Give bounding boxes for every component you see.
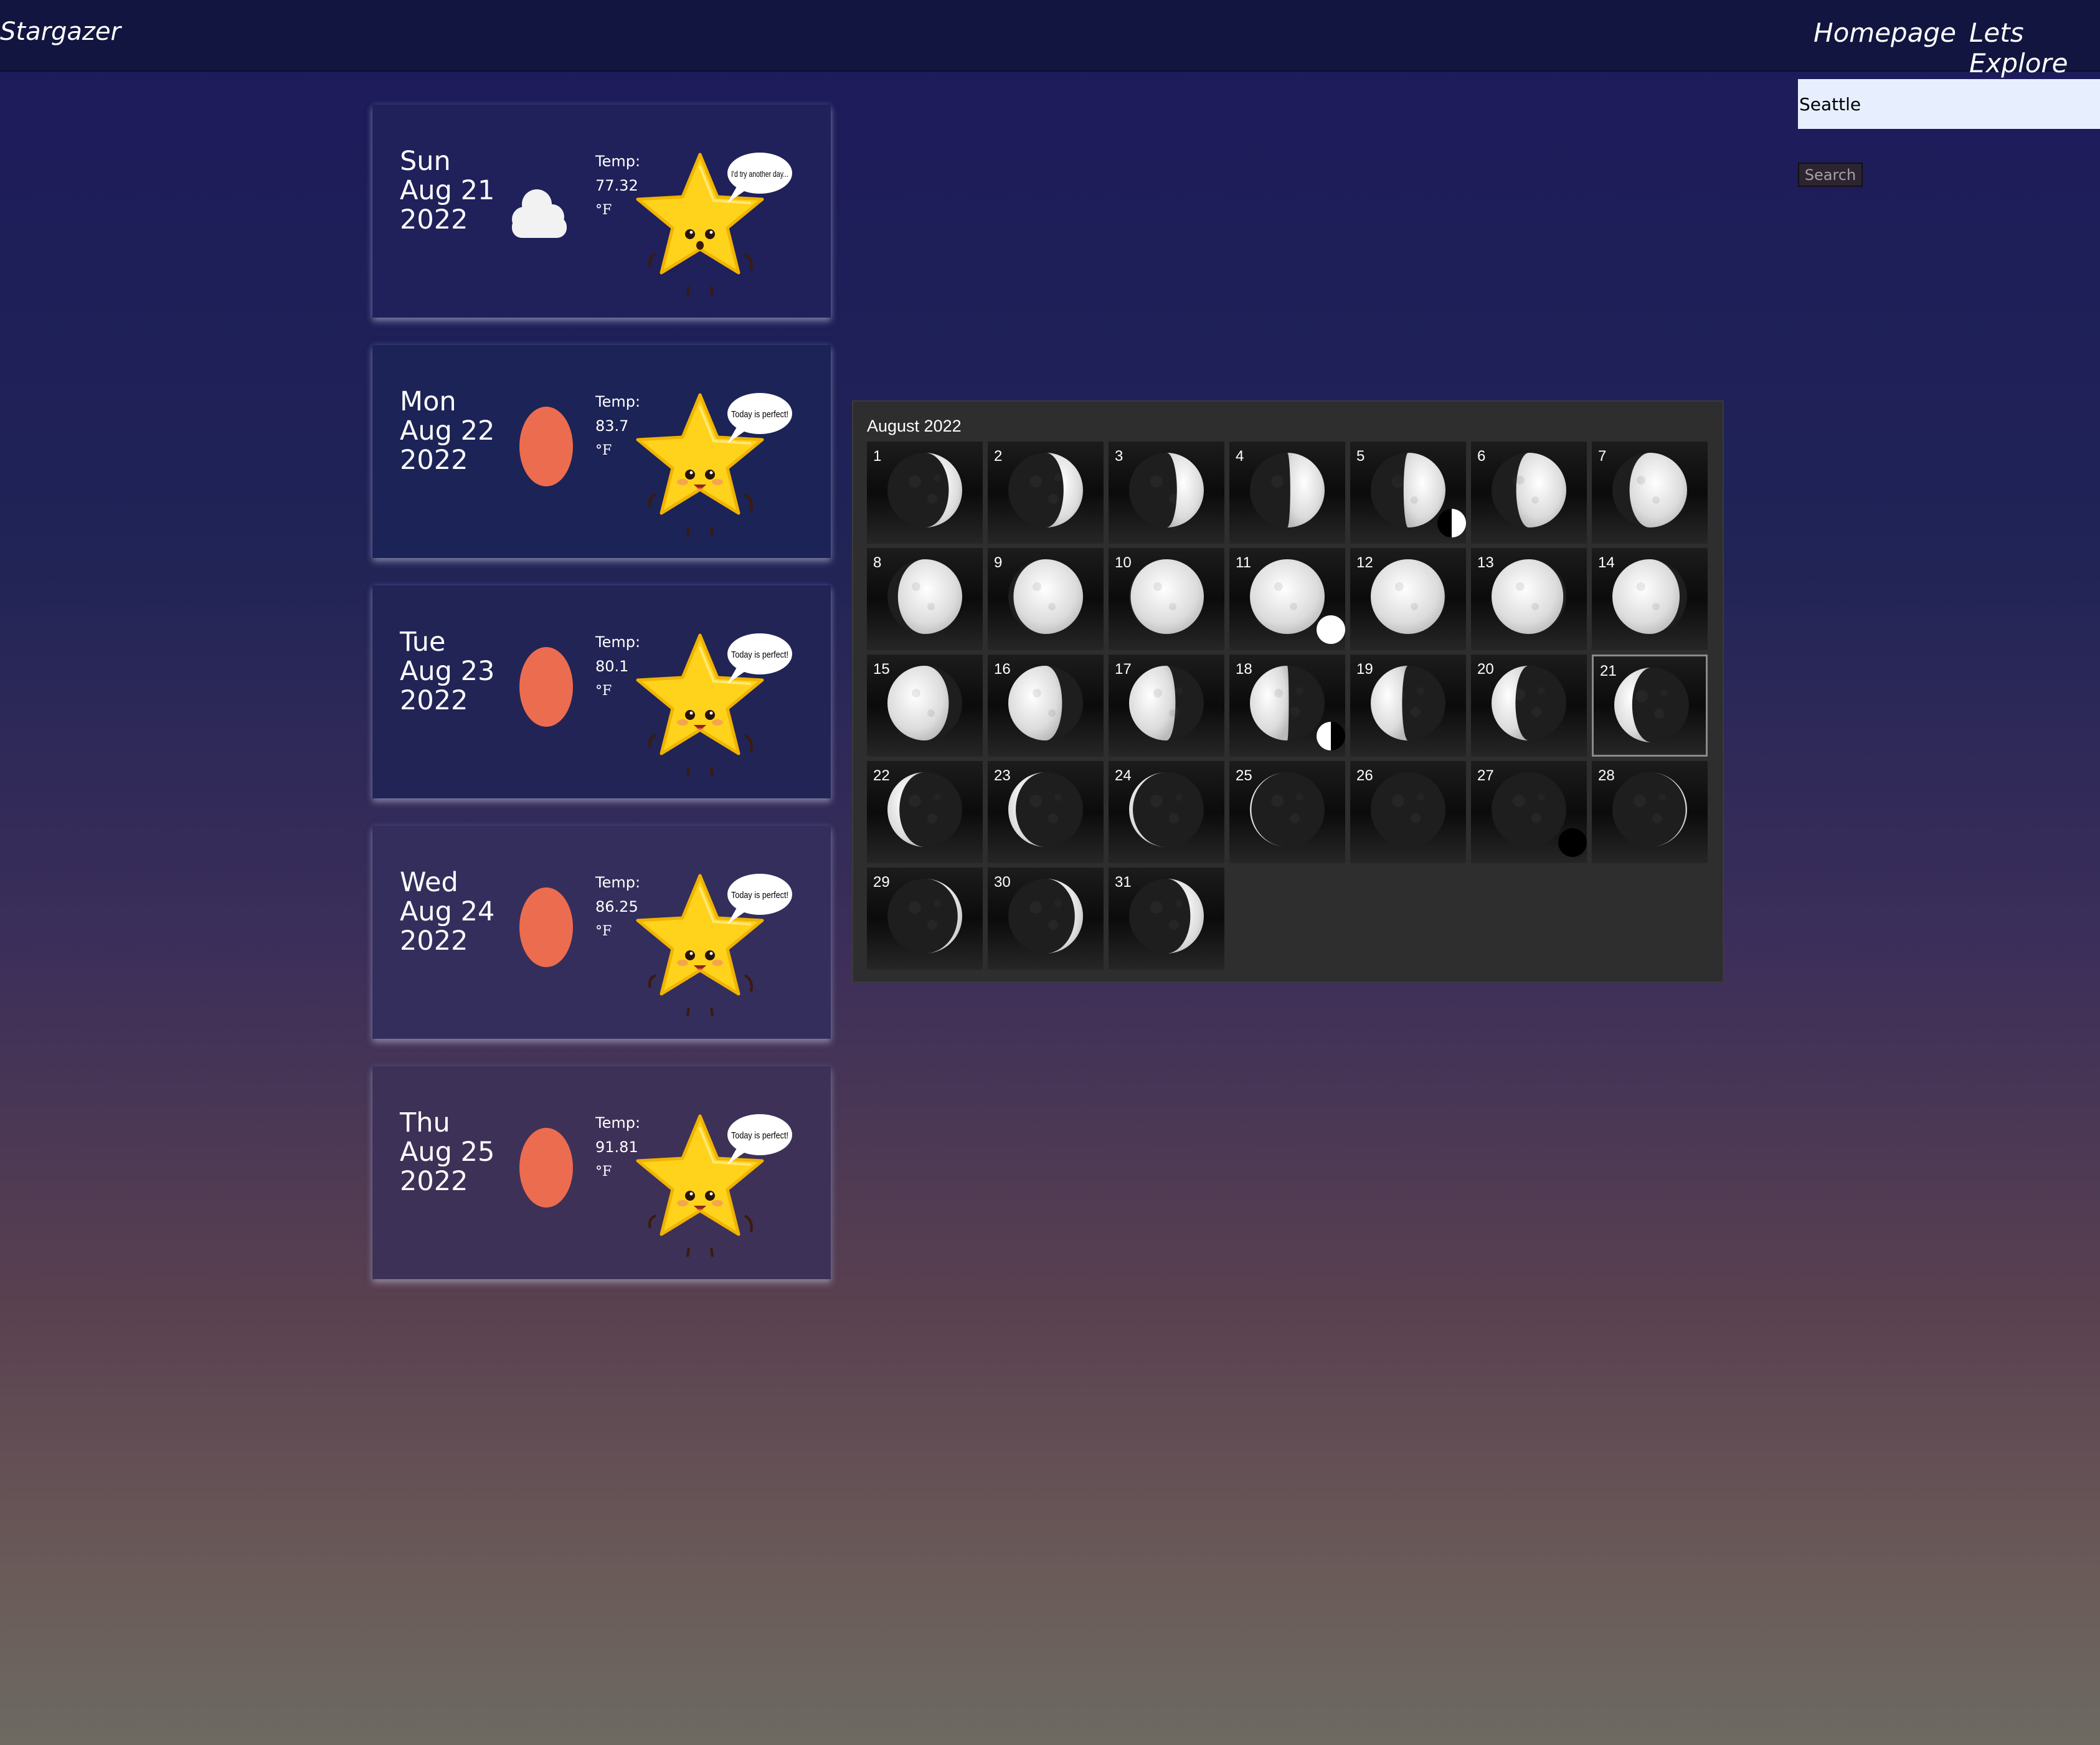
calendar-day-number: 3 xyxy=(1115,448,1123,465)
clear-icon xyxy=(512,1127,580,1217)
calendar-day-cell[interactable]: 16 xyxy=(988,655,1104,757)
forecast-card: Tue Aug 23 2022 Temp: 80.1 °F Today is p… xyxy=(372,585,831,798)
calendar-day-cell[interactable]: 22 xyxy=(867,761,983,863)
calendar-day-cell[interactable]: 24 xyxy=(1109,761,1224,863)
forecast-date: Wed Aug 24 2022 xyxy=(400,868,494,956)
calendar-title: August 2022 xyxy=(867,417,962,435)
calendar-day-cell[interactable]: 14 xyxy=(1592,548,1708,650)
calendar-day-cell[interactable]: 21 xyxy=(1592,655,1708,757)
calendar-day-cell[interactable]: 6 xyxy=(1471,442,1587,544)
forecast-card: Mon Aug 22 2022 Temp: 83.7 °F Today is p… xyxy=(372,345,831,558)
calendar-day-cell[interactable]: 30 xyxy=(988,868,1104,970)
nav-link-lets-explore[interactable]: Lets Explore xyxy=(1969,17,2100,78)
clear-icon xyxy=(512,406,580,496)
cloud-icon xyxy=(506,178,574,249)
forecast-year: 2022 xyxy=(400,925,468,957)
calendar-day-cell[interactable]: 17 xyxy=(1109,655,1224,757)
svg-text:Today is perfect!: Today is perfect! xyxy=(731,890,788,901)
calendar-day-cell[interactable]: 8 xyxy=(867,548,983,650)
forecast-weekday: Tue xyxy=(400,627,446,658)
forecast-weekday: Wed xyxy=(400,867,458,898)
svg-text:I'd try another day...: I'd try another day... xyxy=(731,169,788,179)
calendar-day-cell[interactable]: 20 xyxy=(1471,655,1587,757)
full-moon-marker-icon xyxy=(1316,615,1346,647)
star-mascot-icon: Today is perfect! xyxy=(634,389,796,541)
svg-text:Today is perfect!: Today is perfect! xyxy=(731,650,788,660)
calendar-day-number: 11 xyxy=(1236,554,1251,571)
forecast-monthday: Aug 21 xyxy=(400,175,495,206)
star-mascot-icon: Today is perfect! xyxy=(634,1110,796,1262)
calendar-day-cell[interactable]: 25 xyxy=(1229,761,1345,863)
calendar-day-number: 2 xyxy=(994,448,1003,465)
brand-title[interactable]: Stargazer xyxy=(0,17,121,46)
calendar-day-cell[interactable]: 5 xyxy=(1350,442,1466,544)
calendar-day-cell[interactable]: 27 xyxy=(1471,761,1587,863)
calendar-day-cell[interactable]: 26 xyxy=(1350,761,1466,863)
forecast-monthday: Aug 25 xyxy=(400,1137,495,1168)
calendar-day-cell[interactable]: 13 xyxy=(1471,548,1587,650)
calendar-day-number: 7 xyxy=(1598,448,1607,465)
search-button[interactable]: Search xyxy=(1798,163,1863,187)
forecast-date: Thu Aug 25 2022 xyxy=(400,1109,494,1196)
forecast-weekday: Thu xyxy=(400,1107,450,1138)
calendar-day-cell[interactable]: 9 xyxy=(988,548,1104,650)
calendar-day-cell[interactable]: 18 xyxy=(1229,655,1345,757)
calendar-day-cell[interactable]: 3 xyxy=(1109,442,1224,544)
forecast-date: Mon Aug 22 2022 xyxy=(400,387,494,475)
calendar-day-cell[interactable]: 7 xyxy=(1592,442,1708,544)
new-moon-marker-icon xyxy=(1558,828,1587,860)
forecast-year: 2022 xyxy=(400,1166,468,1197)
calendar-day-number: 5 xyxy=(1356,448,1365,465)
calendar-day-number: 1 xyxy=(873,448,882,465)
first-quarter-marker-icon xyxy=(1437,508,1467,541)
forecast-year: 2022 xyxy=(400,204,468,235)
calendar-day-cell[interactable]: 28 xyxy=(1592,761,1708,863)
calendar-day-cell[interactable]: 11 xyxy=(1229,548,1345,650)
city-search-input[interactable] xyxy=(1798,79,2100,129)
star-mascot-icon: Today is perfect! xyxy=(634,629,796,781)
forecast-date: Sun Aug 21 2022 xyxy=(400,147,494,235)
calendar-day-cell[interactable]: 2 xyxy=(988,442,1104,544)
forecast-card: Thu Aug 25 2022 Temp: 91.81 °F Today is … xyxy=(372,1066,831,1279)
clear-icon xyxy=(512,646,580,736)
calendar-day-cell[interactable]: 15 xyxy=(867,655,983,757)
nav-link-homepage[interactable]: Homepage xyxy=(1814,17,1956,48)
calendar-day-number: 6 xyxy=(1477,448,1486,465)
moon-calendar: August 2022 1 2 3 4 5 6 7 8 9 10 11 12 1… xyxy=(852,400,1724,983)
calendar-day-cell[interactable]: 29 xyxy=(867,868,983,970)
last-quarter-marker-icon xyxy=(1316,721,1346,754)
star-mascot-icon: Today is perfect! xyxy=(634,869,796,1021)
calendar-day-cell[interactable]: 10 xyxy=(1109,548,1224,650)
calendar-day-cell[interactable]: 12 xyxy=(1350,548,1466,650)
calendar-day-number: 4 xyxy=(1236,448,1244,465)
forecast-monthday: Aug 22 xyxy=(400,415,495,447)
calendar-day-cell[interactable]: 31 xyxy=(1109,868,1224,970)
svg-text:Today is perfect!: Today is perfect! xyxy=(731,409,788,420)
calendar-day-number: 9 xyxy=(994,554,1003,571)
calendar-day-cell[interactable]: 4 xyxy=(1229,442,1345,544)
calendar-day-number: 8 xyxy=(873,554,882,571)
forecast-date: Tue Aug 23 2022 xyxy=(400,628,494,716)
forecast-card: Wed Aug 24 2022 Temp: 86.25 °F Today is … xyxy=(372,826,831,1039)
forecast-year: 2022 xyxy=(400,445,468,476)
calendar-day-cell[interactable]: 23 xyxy=(988,761,1104,863)
calendar-day-cell[interactable]: 1 xyxy=(867,442,983,544)
forecast-year: 2022 xyxy=(400,685,468,716)
clear-icon xyxy=(512,887,580,977)
star-mascot-icon: I'd try another day... xyxy=(634,148,796,300)
navbar: Stargazer Homepage Lets Explore xyxy=(0,0,2100,78)
forecast-weekday: Sun xyxy=(400,146,451,177)
forecast-weekday: Mon xyxy=(400,386,456,417)
calendar-day-cell[interactable]: 19 xyxy=(1350,655,1466,757)
svg-text:Today is perfect!: Today is perfect! xyxy=(731,1130,788,1141)
forecast-monthday: Aug 24 xyxy=(400,896,495,927)
forecast-card: Sun Aug 21 2022 Temp: 77.32 °F I'd try a… xyxy=(372,105,831,318)
forecast-monthday: Aug 23 xyxy=(400,656,495,687)
